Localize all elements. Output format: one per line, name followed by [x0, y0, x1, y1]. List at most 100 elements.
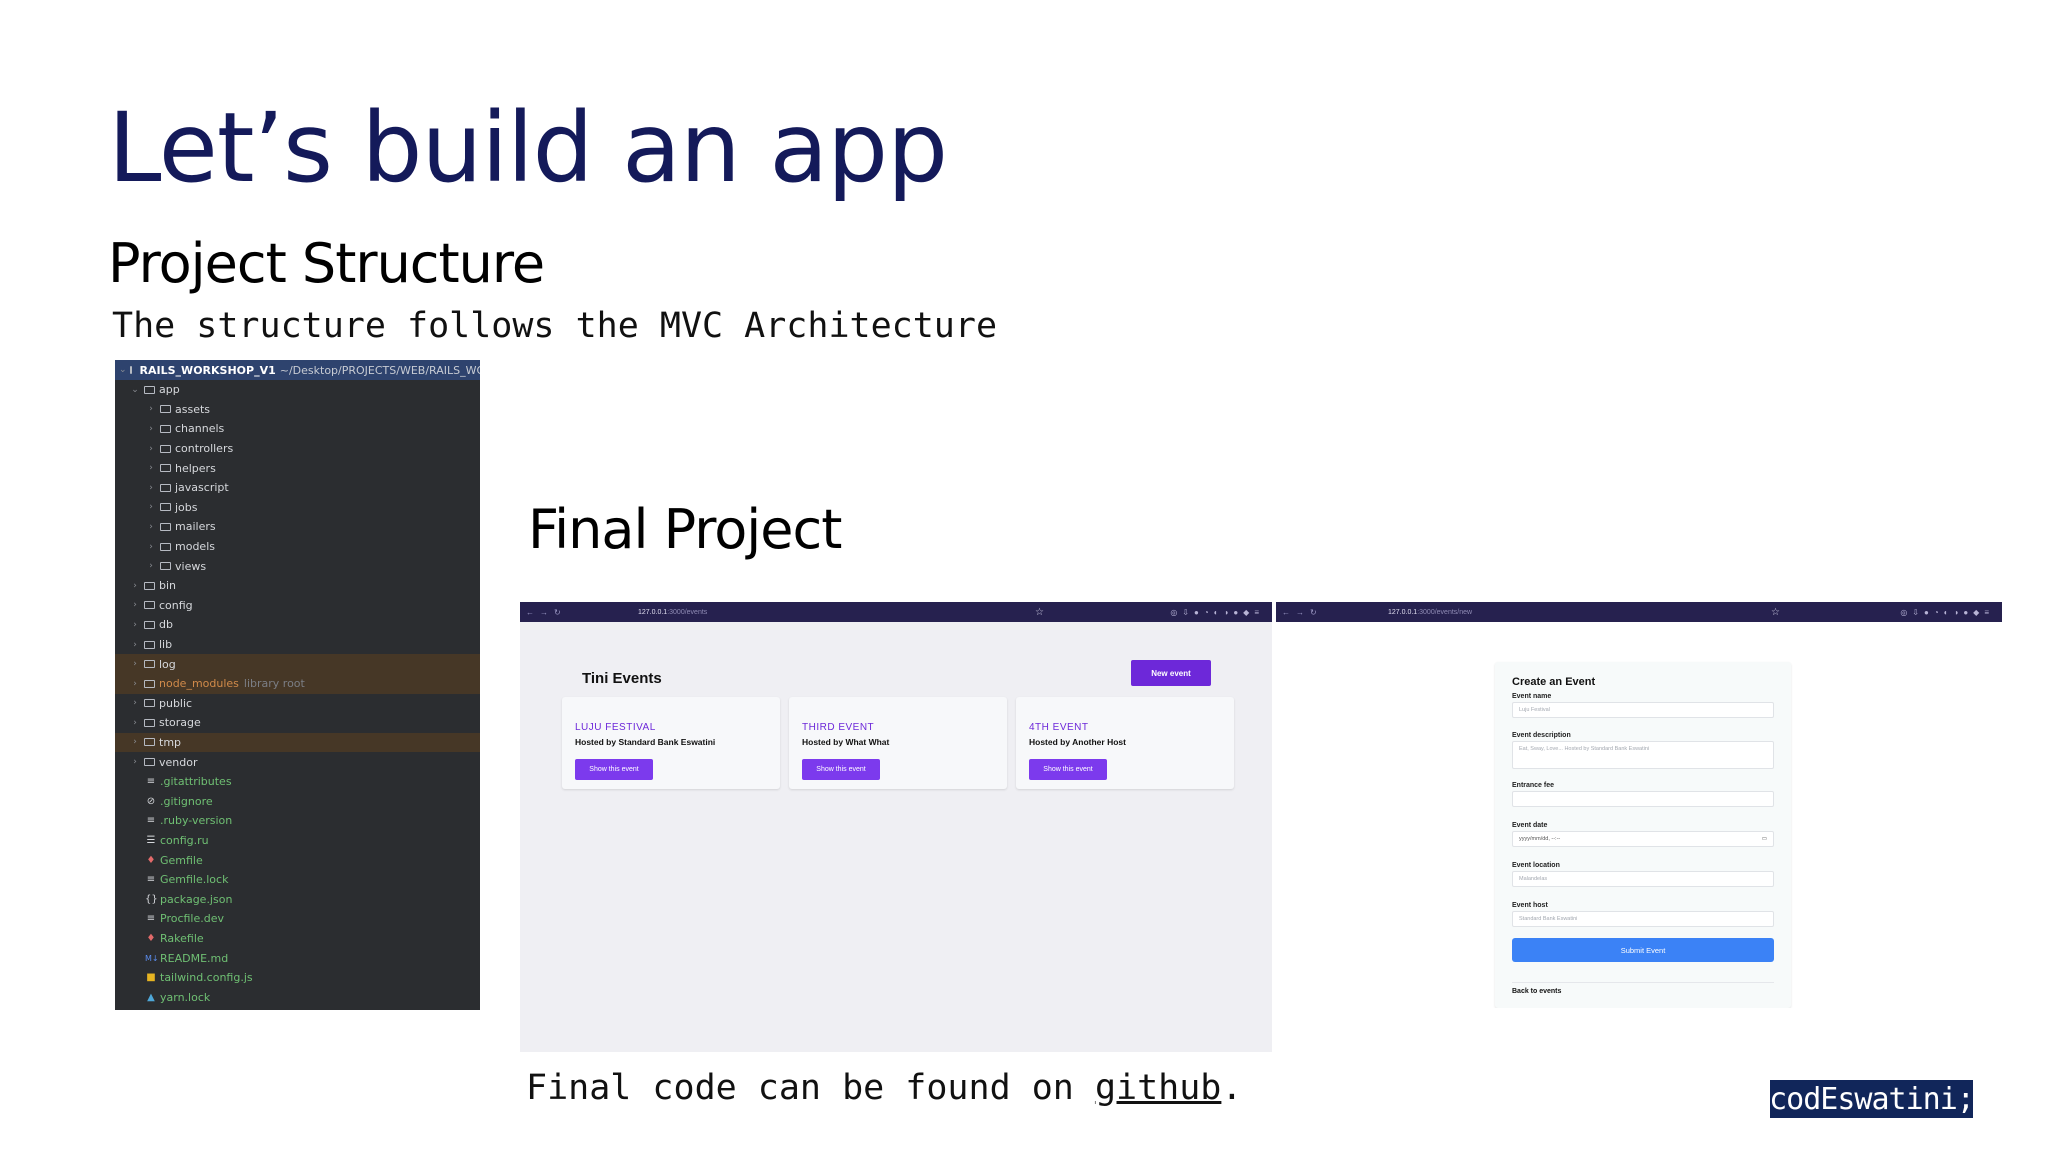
show-event-button[interactable]: Show this event	[802, 759, 880, 780]
tree-folder-config[interactable]: › config	[115, 596, 480, 616]
tree-folder-node-modules[interactable]: › node_modules library root	[115, 673, 480, 694]
chevron-right-icon[interactable]: ›	[129, 581, 141, 591]
back-to-events-link[interactable]: Back to events	[1512, 988, 1561, 995]
folder-icon	[144, 718, 155, 727]
config-file-icon: ☰	[146, 834, 156, 846]
chevron-right-icon[interactable]: ›	[129, 718, 141, 728]
url-path: :3000/events	[667, 608, 708, 616]
entrance-fee-label: Entrance fee	[1512, 782, 1555, 789]
browser-nav-icons[interactable]: ←→↻	[1282, 608, 1323, 617]
tree-file-gitattributes[interactable]: ≡ .gitattributes	[115, 772, 480, 792]
bookmark-star-icon[interactable]: ☆	[1771, 607, 1780, 618]
url-path: :3000/events/new	[1417, 608, 1473, 616]
github-link[interactable]: github	[1095, 1068, 1221, 1108]
tree-file-rakefile[interactable]: ♦ Rakefile	[115, 929, 480, 949]
tree-file-package-json[interactable]: {} package.json	[115, 889, 480, 909]
tree-folder-javascript[interactable]: › javascript	[115, 478, 480, 498]
tree-folder-public[interactable]: › public	[115, 694, 480, 714]
tree-file-gitignore[interactable]: ⊘ .gitignore	[115, 791, 480, 811]
chevron-right-icon[interactable]: ›	[145, 463, 157, 473]
event-card: THIRD EVENT Hosted by What What Show thi…	[789, 697, 1007, 789]
tree-folder-log[interactable]: › log	[115, 654, 480, 674]
chevron-right-icon[interactable]: ›	[129, 698, 141, 708]
tree-folder-mailers[interactable]: › mailers	[115, 517, 480, 537]
tree-label: package.json	[160, 892, 233, 906]
tree-root-name: RAILS_WORKSHOP_V1	[139, 363, 276, 377]
tree-label: .ruby-version	[160, 814, 233, 828]
tree-folder-assets[interactable]: › assets	[115, 400, 480, 420]
tree-file-tailwind-config[interactable]: ■ tailwind.config.js	[115, 968, 480, 988]
chevron-right-icon[interactable]: ›	[129, 737, 141, 747]
show-event-button[interactable]: Show this event	[575, 759, 653, 780]
address-bar[interactable]: 127.0.0.1:3000/events/new	[1388, 609, 1472, 616]
folder-icon	[144, 738, 155, 747]
chevron-right-icon[interactable]: ›	[145, 424, 157, 434]
tree-file-procfile[interactable]: ≡ Procfile.dev	[115, 909, 480, 929]
chevron-right-icon[interactable]: ›	[145, 522, 157, 532]
chevron-right-icon[interactable]: ›	[145, 404, 157, 414]
tree-file-readme[interactable]: M↓ README.md	[115, 948, 480, 968]
browser-extension-icons[interactable]: ◎⇩●◔◐◑●◆≡	[1170, 608, 1264, 617]
tree-label: Procfile.dev	[160, 912, 225, 926]
folder-icon	[160, 503, 171, 512]
show-event-button[interactable]: Show this event	[1029, 759, 1107, 780]
tree-label: db	[159, 618, 173, 632]
github-note-suffix: .	[1221, 1068, 1243, 1108]
tree-file-gemfile[interactable]: ♦ Gemfile	[115, 850, 480, 870]
tree-label: log	[159, 657, 176, 671]
tree-folder-views[interactable]: › views	[115, 556, 480, 576]
address-bar[interactable]: 127.0.0.1:3000/events	[638, 609, 707, 616]
tree-label: mailers	[175, 520, 216, 534]
chevron-right-icon[interactable]: ›	[129, 640, 141, 650]
entrance-fee-input[interactable]	[1512, 791, 1774, 807]
chevron-right-icon[interactable]: ›	[129, 679, 141, 689]
chevron-right-icon[interactable]: ›	[129, 757, 141, 767]
chevron-down-icon[interactable]: ⌄	[119, 365, 127, 375]
chevron-right-icon[interactable]: ›	[145, 483, 157, 493]
browser-extension-icons[interactable]: ◎⇩●◔◐◑●◆≡	[1900, 608, 1994, 617]
tree-file-config-ru[interactable]: ☰ config.ru	[115, 831, 480, 851]
event-date-input[interactable]: yyyy/mm/dd, --:-- ▭	[1512, 831, 1774, 847]
tree-label: Gemfile	[160, 853, 203, 867]
chevron-right-icon[interactable]: ›	[145, 542, 157, 552]
chevron-right-icon[interactable]: ›	[145, 444, 157, 454]
tree-root-row[interactable]: ⌄ RAILS_WORKSHOP_V1 ~/Desktop/PROJECTS/W…	[115, 360, 480, 380]
chevron-right-icon[interactable]: ›	[145, 561, 157, 571]
tree-file-gemfile-lock[interactable]: ≡ Gemfile.lock	[115, 870, 480, 890]
calendar-icon[interactable]: ▭	[1762, 836, 1767, 842]
submit-event-button[interactable]: Submit Event	[1512, 938, 1774, 962]
form-title: Create an Event	[1512, 676, 1596, 688]
chevron-right-icon[interactable]: ›	[129, 659, 141, 669]
browser-nav-icons[interactable]: ←→↻	[526, 608, 567, 617]
tree-folder-channels[interactable]: › channels	[115, 419, 480, 439]
tree-folder-storage[interactable]: › storage	[115, 713, 480, 733]
tree-folder-helpers[interactable]: › helpers	[115, 458, 480, 478]
chevron-right-icon[interactable]: ›	[129, 600, 141, 610]
tree-folder-bin[interactable]: › bin	[115, 576, 480, 596]
tree-folder-lib[interactable]: › lib	[115, 635, 480, 655]
tree-file-ruby-version[interactable]: ≡ .ruby-version	[115, 811, 480, 831]
tree-folder-app[interactable]: ⌄ app	[115, 380, 480, 400]
app-title: Tini Events	[582, 670, 662, 687]
tree-folder-controllers[interactable]: › controllers	[115, 439, 480, 459]
new-event-button[interactable]: New event	[1131, 660, 1211, 686]
chevron-down-icon[interactable]: ⌄	[129, 385, 141, 395]
event-location-input[interactable]: Malandelas	[1512, 871, 1774, 887]
chevron-right-icon[interactable]: ›	[145, 502, 157, 512]
tree-label: controllers	[175, 442, 234, 456]
structure-note: The structure follows the MVC Architectu…	[112, 306, 998, 346]
bookmark-star-icon[interactable]: ☆	[1035, 607, 1044, 618]
event-host-input[interactable]: Standard Bank Eswatini	[1512, 911, 1774, 927]
tree-folder-tmp[interactable]: › tmp	[115, 732, 480, 753]
tree-folder-jobs[interactable]: › jobs	[115, 498, 480, 518]
event-description-input[interactable]: Eat, Sway, Love... Hosted by Standard Ba…	[1512, 741, 1774, 769]
tree-folder-db[interactable]: › db	[115, 615, 480, 635]
folder-icon	[160, 522, 171, 531]
event-name-input[interactable]: Luju Festival	[1512, 702, 1774, 718]
url-host: 127.0.0.1	[638, 608, 668, 616]
folder-icon	[144, 620, 155, 629]
tree-folder-vendor[interactable]: › vendor	[115, 752, 480, 772]
tree-file-yarn-lock[interactable]: ▲ yarn.lock	[115, 987, 480, 1007]
tree-folder-models[interactable]: › models	[115, 537, 480, 557]
chevron-right-icon[interactable]: ›	[129, 620, 141, 630]
